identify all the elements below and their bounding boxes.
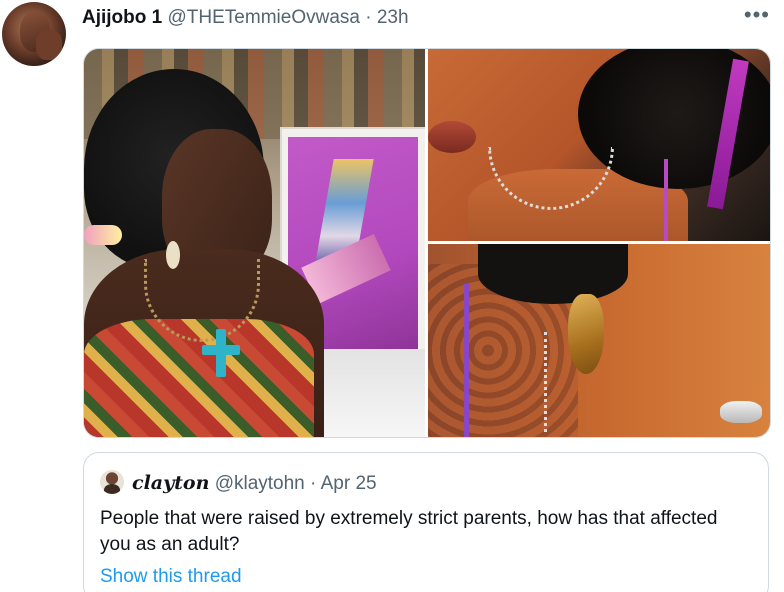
lips [428,121,476,153]
purple-strap [664,159,668,241]
photo-closeup-neck-chain[interactable] [428,49,770,241]
show-thread-link[interactable]: Show this thread [100,565,242,589]
quoted-tweet[interactable]: clayton @klaytohn · Apr 25 People that w… [83,452,769,592]
author-name[interactable]: Ajijobo 1 [82,7,162,28]
heart-chain [544,332,559,432]
photo-closeup-ear-earring[interactable] [428,244,770,437]
cross-pendant-bar [202,345,240,355]
author-avatar[interactable] [2,2,66,66]
avatar-hand [36,30,62,60]
tweet-header: Ajijobo 1 @THETemmieOvwasa · 23h [82,6,409,30]
quoted-author-avatar[interactable] [100,470,124,494]
quoted-author-handle[interactable]: @klaytohn [215,473,305,494]
purple-strap [464,284,469,437]
avatar-torso [104,484,120,494]
earring [166,241,180,269]
quoted-author-name[interactable]: clayton [132,472,209,494]
tweet-timestamp[interactable]: 23h [377,7,409,28]
more-options-icon[interactable]: ••• [744,2,770,28]
hair [478,244,628,304]
quoted-tweet-header: clayton @klaytohn · Apr 25 [132,471,377,496]
grillz [720,401,762,423]
separator-dot: · [310,473,317,494]
quoted-tweet-timestamp[interactable]: Apr 25 [321,473,377,494]
tweet[interactable]: Ajijobo 1 @THETemmieOvwasa · 23h ••• cla… [0,0,784,592]
quoted-tweet-text: People that were raised by extremely str… [100,508,718,555]
author-handle[interactable]: @THETemmieOvwasa [168,7,360,28]
media-grid [83,48,771,438]
separator-dot: · [365,7,372,28]
hair-clip [84,225,122,245]
gold-skull-earring [568,294,604,374]
photo-woman-painting[interactable] [84,49,425,437]
